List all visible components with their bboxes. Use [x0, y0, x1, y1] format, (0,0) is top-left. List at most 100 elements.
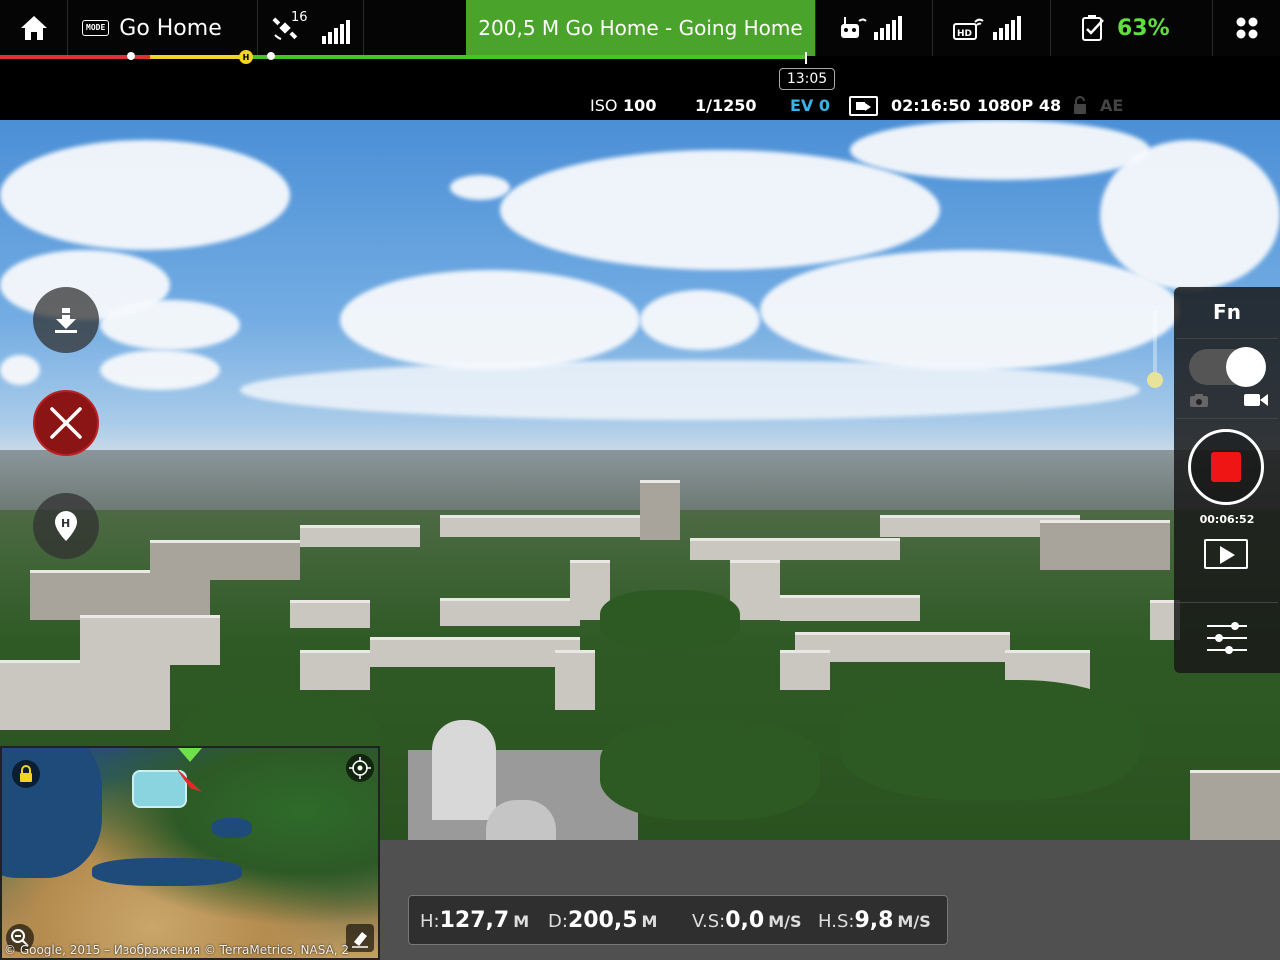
vertical-speed-unit: M/S — [768, 912, 802, 931]
cloud — [850, 120, 1150, 180]
flight-track-green — [246, 55, 806, 59]
tree-cluster — [840, 680, 1140, 800]
video-format[interactable]: 1080P 48 — [977, 96, 1061, 115]
cloud — [0, 355, 40, 385]
horizontal-speed-readout: H.S:9,8 M/S — [818, 908, 931, 933]
remaining-record-time: 02:16:50 — [891, 96, 971, 115]
flight-status-text: 200,5 M Go Home - Going Home — [478, 16, 803, 40]
camera-icon — [1190, 394, 1208, 407]
gps-satellite-count: 16 — [291, 10, 308, 25]
close-icon — [50, 407, 82, 439]
panel-divider — [1176, 338, 1278, 339]
building — [290, 600, 370, 628]
flight-mode-text: Go Home — [119, 15, 222, 41]
gimbal-slider-knob[interactable] — [1147, 372, 1163, 388]
recording-elapsed-time: 00:06:52 — [1199, 513, 1255, 526]
battery-status[interactable]: 63% — [1051, 0, 1213, 56]
camera-settings-button[interactable] — [1205, 618, 1249, 658]
gps-signal-icon — [322, 20, 350, 44]
vertical-speed-label: V.S: — [692, 911, 726, 932]
track-position-pointer — [805, 52, 807, 64]
hd-signal-bars-icon — [993, 16, 1021, 40]
building — [150, 540, 300, 580]
building — [555, 650, 595, 710]
track-waypoint — [267, 52, 275, 60]
map-attribution: © Google, 2015 – Изображения © TerraMetr… — [4, 943, 350, 957]
distance-value: 200,5 — [567, 908, 638, 933]
rc-signal[interactable] — [815, 0, 933, 56]
home-icon — [20, 16, 47, 40]
panel-divider — [1176, 418, 1278, 419]
altitude-readout: H:127,7 M — [420, 908, 529, 933]
menu-button[interactable] — [1213, 0, 1280, 56]
altitude-value: 127,7 — [439, 908, 510, 933]
cloud — [100, 300, 240, 350]
camera-live-view[interactable] — [0, 120, 1280, 840]
fn-button[interactable]: Fn — [1174, 300, 1280, 324]
cancel-go-home-button[interactable] — [33, 390, 99, 456]
flight-status-banner: 200,5 M Go Home - Going Home — [466, 0, 815, 56]
distance-unit: M — [641, 912, 658, 931]
mode-badge: MODE — [82, 20, 110, 36]
building — [780, 650, 830, 690]
altitude-unit: M — [513, 912, 530, 931]
map-locate-button[interactable] — [346, 754, 374, 782]
cloud — [500, 150, 940, 270]
vertical-speed-value: 0,0 — [725, 908, 765, 933]
home-pin-icon: H — [55, 511, 77, 541]
cloud — [0, 140, 290, 250]
flight-mode[interactable]: MODE Go Home — [68, 0, 258, 56]
svg-text:HD: HD — [957, 29, 972, 39]
video-mode-icon — [849, 96, 878, 116]
exposure-value[interactable]: EV 0 — [790, 96, 830, 115]
horizontal-speed-unit: M/S — [897, 912, 931, 931]
building — [440, 598, 580, 626]
playback-button[interactable] — [1204, 539, 1248, 569]
remote-controller-icon — [841, 17, 867, 38]
tree-cluster — [600, 720, 820, 820]
building — [1040, 520, 1170, 570]
direction-arrow-icon — [176, 748, 202, 792]
cloud — [340, 270, 640, 370]
battery-percentage: 63% — [1117, 15, 1170, 41]
map-lock-button[interactable] — [12, 760, 40, 788]
auto-land-button[interactable] — [33, 287, 99, 353]
ae-lock-icon[interactable] — [1073, 96, 1087, 114]
top-status-bar: MODE Go Home 16 200,5 M Go Home - Going … — [0, 0, 1280, 56]
sliders-icon — [1207, 622, 1247, 654]
toggle-knob[interactable] — [1226, 347, 1266, 387]
hd-video-signal[interactable]: HD — [933, 0, 1051, 56]
map-clear-button[interactable] — [346, 924, 374, 952]
gps-status[interactable] — [258, 0, 364, 56]
altitude-label: H: — [420, 911, 440, 932]
shutter-speed[interactable]: 1/1250 — [695, 96, 757, 115]
building — [1190, 770, 1280, 840]
lock-icon — [20, 765, 32, 782]
stop-record-icon — [1211, 452, 1241, 482]
eraser-icon — [352, 932, 368, 948]
cloud — [640, 290, 760, 350]
crosshair-icon — [349, 757, 371, 779]
map-black-sea — [212, 818, 252, 838]
flight-time-flag: 13:05 — [779, 68, 835, 90]
rc-signal-bars-icon — [874, 16, 902, 40]
distance-readout: D:200,5 M — [548, 908, 657, 933]
foreground-tower — [432, 720, 496, 820]
iso-setting[interactable]: ISO 100 — [590, 96, 656, 115]
panel-divider — [1176, 602, 1278, 603]
cloud — [240, 360, 1140, 420]
iso-label: ISO — [590, 96, 618, 115]
grid-menu-icon — [1236, 17, 1257, 39]
home-button[interactable] — [0, 0, 68, 56]
building — [780, 595, 920, 621]
ae-label: AE — [1100, 96, 1124, 115]
hd-link-icon: HD — [953, 18, 984, 40]
map-mediterranean — [92, 858, 242, 886]
return-home-button[interactable]: H — [33, 493, 99, 559]
distance-label: D: — [548, 911, 568, 932]
building — [440, 515, 640, 537]
building — [300, 525, 420, 547]
mini-map[interactable]: © Google, 2015 – Изображения © TerraMetr… — [0, 746, 380, 960]
cloud — [760, 250, 1180, 370]
building — [0, 660, 170, 730]
